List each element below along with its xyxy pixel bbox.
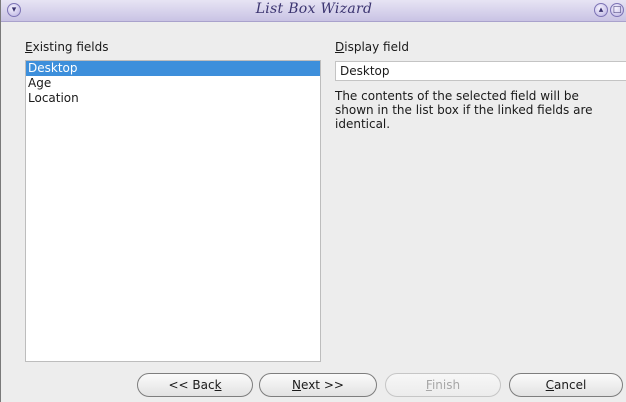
- list-item-desktop[interactable]: Desktop: [26, 61, 320, 76]
- list-item-location[interactable]: Location: [26, 91, 320, 106]
- title-bar[interactable]: ▾ List Box Wizard ▴ □: [1, 0, 626, 22]
- existing-fields-listbox[interactable]: Desktop Age Location: [25, 60, 321, 362]
- rollup-icon[interactable]: ▴: [594, 3, 608, 17]
- dialog-window: ▾ List Box Wizard ▴ □ Existing fields De…: [0, 0, 626, 402]
- maximize-icon[interactable]: □: [610, 3, 624, 17]
- finish-button: Finish: [385, 373, 501, 397]
- back-button[interactable]: << Back: [137, 373, 253, 397]
- display-field-input[interactable]: [335, 61, 626, 81]
- next-button[interactable]: Next >>: [259, 373, 377, 397]
- list-item-age[interactable]: Age: [26, 76, 320, 91]
- window-title: List Box Wizard: [255, 1, 373, 17]
- existing-fields-label: Existing fields: [25, 40, 109, 54]
- cancel-button[interactable]: Cancel: [509, 373, 623, 397]
- display-field-description: The contents of the selected field will …: [335, 89, 593, 131]
- display-field-label: Display field: [335, 40, 409, 54]
